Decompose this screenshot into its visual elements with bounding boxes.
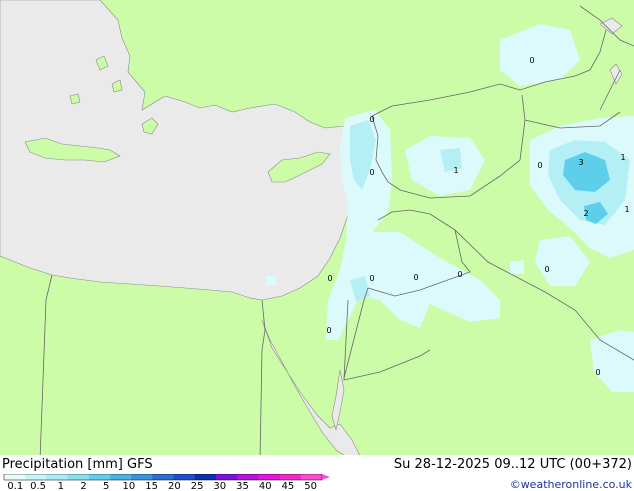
legend-arrow	[322, 474, 330, 480]
legend-tick-label: 2	[80, 481, 86, 490]
legend-color-swatch	[131, 474, 153, 480]
precip-value-label: 0	[327, 274, 332, 283]
precip-value-label: 1	[624, 205, 629, 214]
legend-color-swatch	[110, 474, 132, 480]
legend-color-swatch	[88, 474, 111, 480]
precip-value-label: 0	[413, 273, 418, 282]
legend-color-swatch	[194, 474, 217, 480]
legend-tick-label: 45	[282, 481, 295, 490]
precip-value-label: 1	[620, 153, 625, 162]
precip-value-label: 2	[583, 209, 588, 218]
site-credit-link[interactable]: ©weatheronline.co.uk	[510, 478, 632, 491]
legend-tick-label: 10	[123, 481, 136, 490]
legend-tick-label: 30	[213, 481, 226, 490]
legend-color-swatch	[173, 474, 196, 480]
legend-color-swatch	[279, 474, 302, 480]
legend-color-swatch	[300, 474, 323, 480]
map-footer: Precipitation [mm] GFS Su 28-12-2025 09.…	[0, 455, 634, 491]
legend-tick-label: 0.1	[7, 481, 23, 490]
weather-map-view: 0001031210000000 Precipitation [mm] GFS …	[0, 0, 634, 491]
precipitation-legend: 0.1 0.5 1 2 5 10 15 20 25 30 35 40 45 50	[3, 474, 330, 490]
legend-tick-label: 25	[191, 481, 204, 490]
legend-tick-label: 5	[103, 481, 109, 490]
map-title: Precipitation [mm] GFS	[2, 457, 153, 472]
precip-value-label: 0	[529, 56, 534, 65]
precip-value-label: 0	[457, 270, 462, 279]
precip-value-label: 0	[537, 161, 542, 170]
legend-tick-label: 20	[168, 481, 181, 490]
legend-tick-labels: 0.1 0.5 1 2 5 10 15 20 25 30 35 40 45 50	[7, 481, 317, 490]
legend-color-swatch	[25, 474, 47, 480]
legend-color-swatch	[152, 474, 175, 480]
legend-color-swatch	[258, 474, 281, 480]
precip-value-label: 0	[544, 265, 549, 274]
precip-value-label: 0	[595, 368, 600, 377]
legend-color-bar	[3, 474, 330, 481]
legend-tick-label: 15	[145, 481, 158, 490]
precip-value-label: 0	[369, 168, 374, 177]
legend-color-swatch	[4, 474, 26, 480]
legend-tick-label: 40	[259, 481, 272, 490]
forecast-datetime: Su 28-12-2025 09..12 UTC (00+372)	[393, 457, 632, 472]
precip-value-label: 0	[369, 274, 374, 283]
legend-color-swatch	[237, 474, 259, 480]
precip-value-label: 1	[453, 166, 458, 175]
precip-value-label: 0	[369, 115, 374, 124]
precip-value-label: 0	[326, 326, 331, 335]
legend-color-swatch	[216, 474, 238, 480]
legend-color-swatch	[46, 474, 69, 480]
aegean-island-c	[69, 93, 81, 105]
legend-tick-label: 35	[236, 481, 249, 490]
legend-tick-label: 1	[58, 481, 64, 490]
precipitation-map: 0 0 0 1 0 3 1 2 1 0 0 0 0 0 0 0	[0, 0, 634, 460]
legend-color-swatch	[67, 474, 90, 480]
legend-tick-label: 0.5	[30, 481, 46, 490]
precip-value-label: 3	[578, 158, 583, 167]
legend-tick-label: 50	[304, 481, 317, 490]
